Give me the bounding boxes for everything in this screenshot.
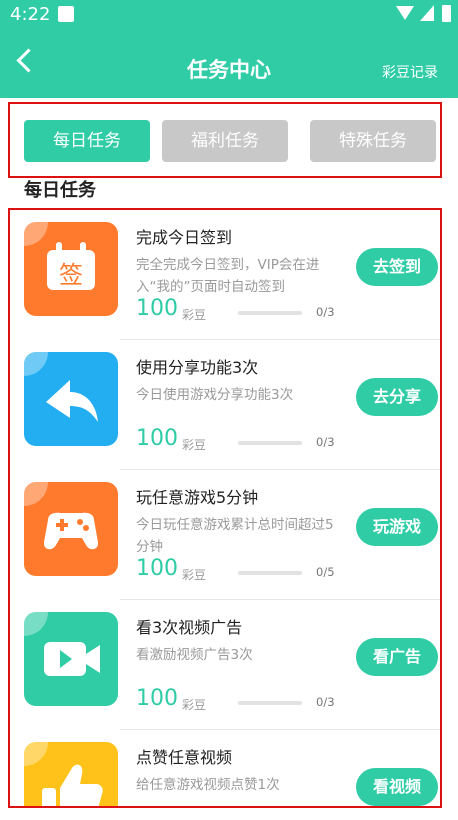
task-name: 玩任意游戏5分钟 (136, 488, 259, 507)
task-list: 签 完成今日签到 完全完成今日签到，VIP会在进入“我的”页面时自动签到 100… (8, 208, 442, 808)
task-progress-bar (238, 311, 302, 315)
task-item-sign-in: 签 完成今日签到 完全完成今日签到，VIP会在进入“我的”页面时自动签到 100… (10, 210, 440, 340)
task-name: 完成今日签到 (136, 228, 233, 247)
task-item-share: 使用分享功能3次 今日使用游戏分享功能3次 100 彩豆 0/3 去分享 (10, 340, 440, 470)
share-button[interactable]: 去分享 (356, 378, 438, 416)
tab-daily[interactable]: 每日任务 (24, 120, 150, 162)
share-arrow-icon (24, 352, 118, 446)
tab-welfare[interactable]: 福利任务 (162, 120, 288, 162)
task-reward: 100 (136, 556, 178, 581)
task-progress-text: 0/5 (316, 565, 335, 579)
notification-icon (58, 6, 74, 22)
app-header: 任务中心 彩豆记录 (0, 30, 458, 98)
task-reward-unit: 彩豆 (182, 438, 207, 452)
task-progress-bar (238, 571, 302, 575)
task-desc: 今日玩任意游戏累计总时间超过5分钟 (136, 517, 334, 555)
task-name: 看3次视频广告 (136, 618, 243, 637)
bean-record-link[interactable]: 彩豆记录 (382, 62, 438, 82)
signal-icon (420, 5, 434, 21)
task-desc: 给任意游戏视频点赞1次 (136, 777, 280, 793)
task-item-like-video: 点赞任意视频 给任意游戏视频点赞1次 100 看视频 (10, 730, 440, 806)
status-time: 4:22 (10, 4, 51, 25)
watch-video-button[interactable]: 看视频 (356, 768, 438, 806)
task-desc: 看激励视频广告3次 (136, 647, 253, 663)
play-game-button[interactable]: 玩游戏 (356, 508, 438, 546)
sign-in-button[interactable]: 去签到 (356, 248, 438, 286)
task-progress-text: 0/3 (316, 695, 335, 709)
task-name: 使用分享功能3次 (136, 358, 259, 377)
tab-special[interactable]: 特殊任务 (310, 120, 436, 162)
section-title: 每日任务 (24, 180, 96, 201)
thumbs-up-icon (24, 742, 118, 806)
task-reward-unit: 彩豆 (182, 308, 207, 322)
task-item-play-game: 玩任意游戏5分钟 今日玩任意游戏累计总时间超过5分钟 100 彩豆 0/5 玩游… (10, 470, 440, 600)
task-reward: 100 (136, 426, 178, 451)
task-progress-bar (238, 441, 302, 445)
task-progress-text: 0/3 (316, 435, 335, 449)
task-item-watch-ad: 看3次视频广告 看激励视频广告3次 100 彩豆 0/3 看广告 (10, 600, 440, 730)
task-desc: 今日使用游戏分享功能3次 (136, 387, 294, 403)
task-desc: 完全完成今日签到，VIP会在进入“我的”页面时自动签到 (136, 257, 320, 295)
battery-icon (442, 5, 451, 22)
calendar-glyph: 签 (59, 261, 83, 289)
gamepad-icon (24, 482, 118, 576)
task-reward-unit: 彩豆 (182, 568, 207, 582)
task-tabs: 每日任务 福利任务 特殊任务 (8, 102, 442, 178)
video-camera-icon (24, 612, 118, 706)
task-progress-text: 0/3 (316, 305, 335, 319)
task-progress-bar (238, 701, 302, 705)
status-bar: 4:22 (0, 0, 458, 30)
task-reward-unit: 彩豆 (182, 698, 207, 712)
task-reward: 100 (136, 296, 178, 321)
calendar-sign-icon: 签 (24, 222, 118, 316)
watch-ad-button[interactable]: 看广告 (356, 638, 438, 676)
wifi-icon (396, 6, 414, 20)
task-name: 点赞任意视频 (136, 748, 233, 767)
task-reward: 100 (136, 686, 178, 711)
